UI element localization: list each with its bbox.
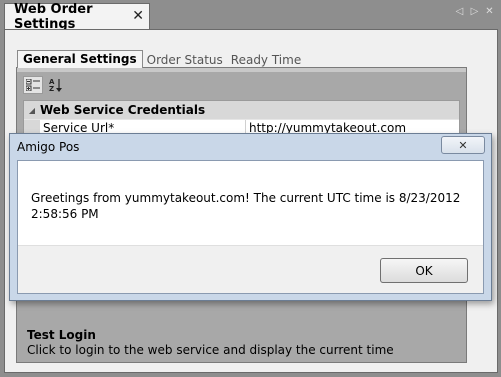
categorized-icon	[26, 79, 40, 91]
message-dialog: Amigo Pos ✕ Greetings from yummytakeout.…	[9, 133, 492, 301]
ok-button[interactable]: OK	[380, 258, 468, 283]
categorized-button[interactable]	[23, 76, 43, 94]
close-icon[interactable]: ✕	[132, 8, 144, 24]
dialog-title: Amigo Pos	[17, 139, 80, 154]
description-title: Test Login	[27, 328, 96, 342]
tab-general-settings[interactable]: General Settings	[17, 50, 143, 68]
alphabetical-button[interactable]: A Z	[46, 76, 66, 94]
dialog-footer: OK	[18, 245, 483, 293]
dialog-close-button[interactable]: ✕	[441, 136, 485, 154]
document-tab-title: Web Order Settings	[14, 1, 93, 32]
description-text: Click to login to the web service and di…	[27, 343, 394, 357]
document-nav-controls: ◁ ▷ ✕	[455, 6, 494, 17]
tab-order-status[interactable]: Order Status	[143, 52, 227, 68]
dialog-content: Greetings from yummytakeout.com! The cur…	[17, 160, 484, 294]
scroll-left-icon[interactable]: ◁	[455, 6, 464, 17]
document-tab[interactable]: Web Order Settings ✕	[4, 1, 150, 32]
category-header[interactable]: ◢ Web Service Credentials	[24, 101, 459, 119]
dialog-titlebar[interactable]: Amigo Pos ✕	[10, 134, 491, 159]
tab-ready-time[interactable]: Ready Time	[227, 52, 305, 68]
sort-az-icon: A Z	[49, 78, 62, 92]
collapse-icon[interactable]: ◢	[24, 106, 40, 115]
category-label: Web Service Credentials	[40, 103, 206, 117]
property-grid-toolbar: A Z	[23, 76, 66, 94]
scroll-right-icon[interactable]: ▷	[470, 6, 479, 17]
dialog-message: Greetings from yummytakeout.com! The cur…	[31, 191, 461, 221]
close-all-icon[interactable]: ✕	[485, 6, 494, 17]
svg-text:Z: Z	[49, 85, 54, 92]
settings-tabs: General Settings Order Status Ready Time	[17, 50, 305, 68]
description-pane: Test Login Click to login to the web ser…	[23, 326, 460, 360]
property-grid: ◢ Web Service Credentials Service Url* h…	[23, 100, 460, 137]
close-icon: ✕	[458, 138, 468, 152]
